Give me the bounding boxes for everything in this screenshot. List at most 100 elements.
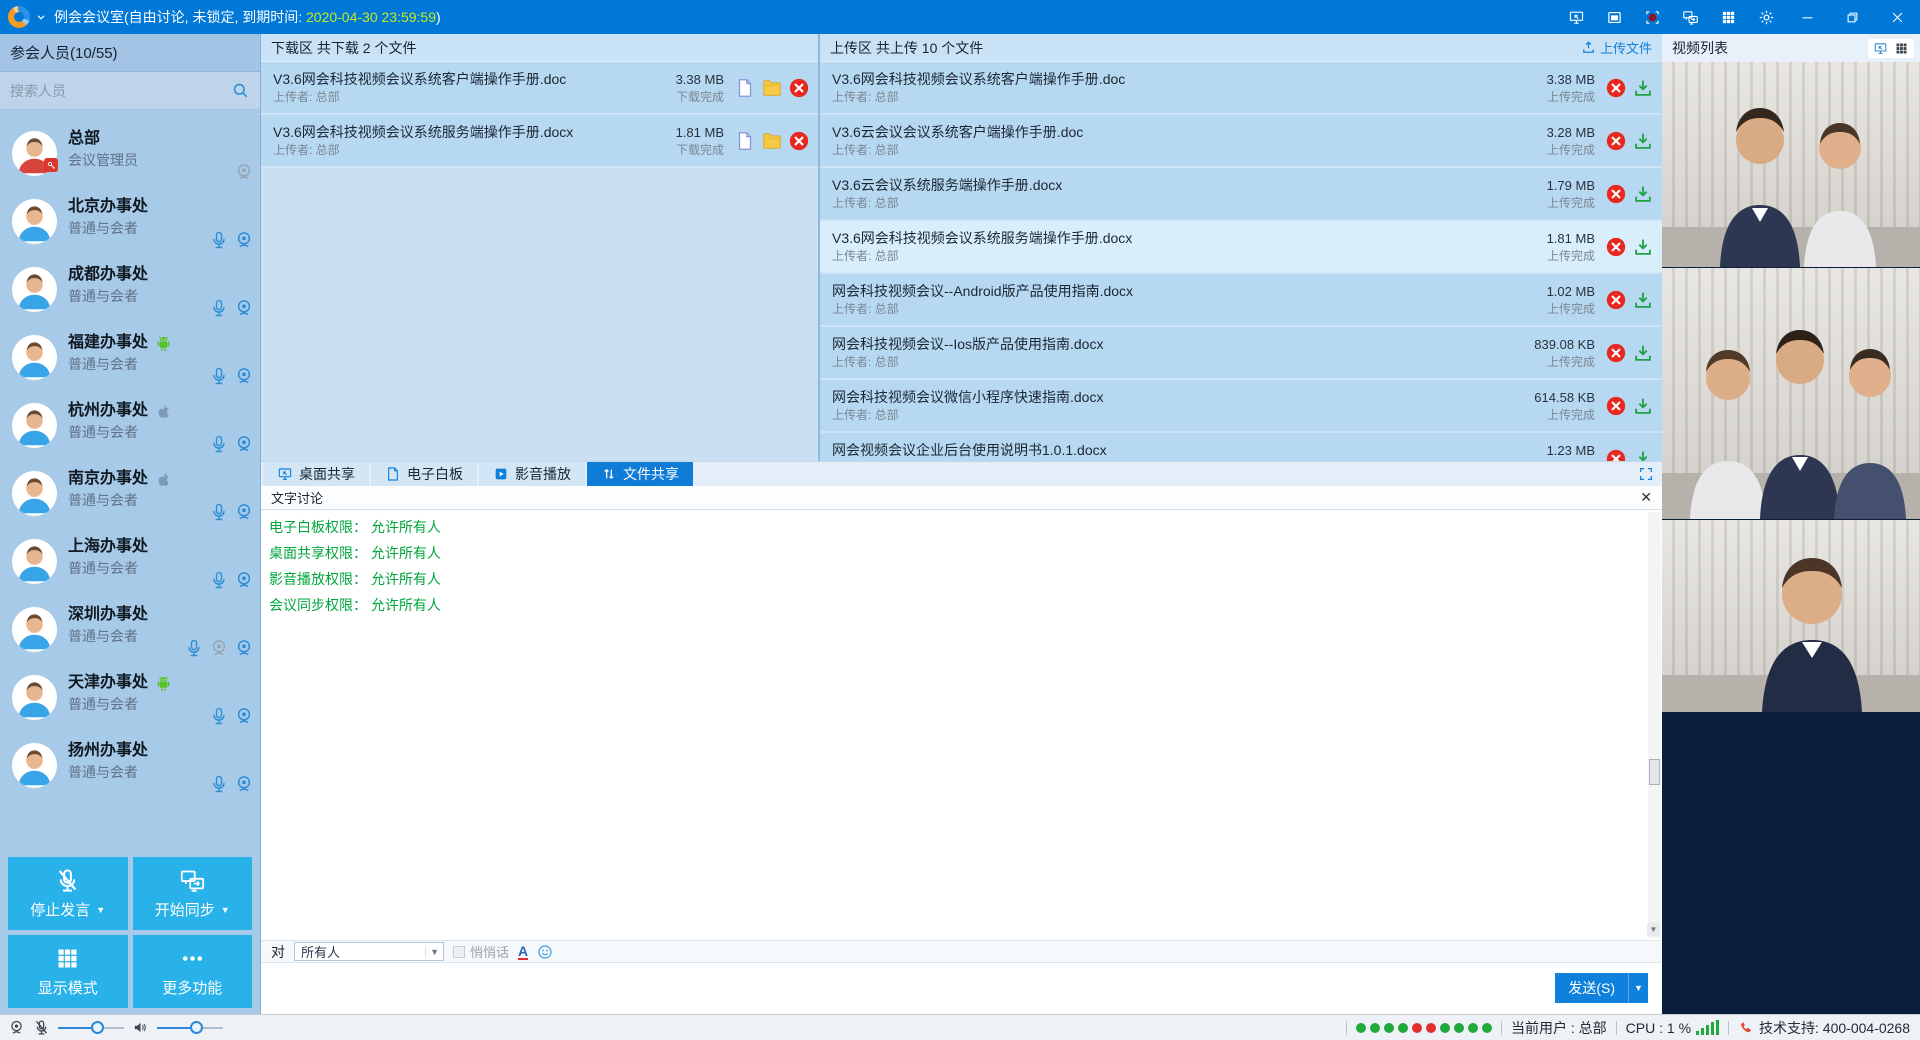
speaker-icon[interactable] [132,1019,149,1036]
emoji-icon[interactable] [537,944,553,960]
upload-file-row[interactable]: V3.6网会科技视频会议系统客户端操作手册.doc 上传者: 总部 3.38 M… [820,62,1662,115]
open-file-icon[interactable] [734,130,756,152]
participant-row[interactable]: 北京办事处 普通与会者 [0,190,260,258]
webcam-icon[interactable] [234,366,254,386]
chevron-down-icon[interactable] [34,10,48,24]
send-options-caret[interactable]: ▼ [1628,973,1648,1003]
webcam-off-icon[interactable] [234,162,254,182]
chat-input-area[interactable]: 发送(S) ▼ [261,963,1662,1014]
more-functions-button[interactable]: 更多功能 [133,935,253,1008]
download-file-icon[interactable] [1632,289,1654,311]
tab-desktop-share[interactable]: 桌面共享 [263,462,371,486]
display-mode-button[interactable]: 显示模式 [8,935,128,1008]
download-file-icon[interactable] [1632,130,1654,152]
microphone-icon[interactable] [209,774,229,794]
delete-file-icon[interactable] [1605,183,1627,205]
record-icon[interactable] [1633,0,1671,34]
speaker-volume-slider[interactable] [157,1021,223,1035]
open-folder-icon[interactable] [761,77,783,99]
microphone-icon[interactable] [209,706,229,726]
upload-file-row[interactable]: V3.6云会议系统服务端操作手册.docx 上传者: 总部 1.79 MB 上传… [820,168,1662,221]
participant-row[interactable]: 深圳办事处 普通与会者 [0,598,260,666]
download-file-row[interactable]: V3.6网会科技视频会议系统服务端操作手册.docx 上传者: 总部 1.81 … [261,115,818,168]
video-thumbnail[interactable] [1662,268,1920,520]
microphone-icon[interactable] [209,570,229,590]
delete-file-icon[interactable] [1605,130,1627,152]
webcam-icon[interactable] [234,434,254,454]
upload-file-row[interactable]: V3.6云会议会议系统客户端操作手册.doc 上传者: 总部 3.28 MB 上… [820,115,1662,168]
open-folder-icon[interactable] [761,130,783,152]
participant-row[interactable]: 总部 会议管理员 [0,122,260,190]
webcam-icon[interactable] [234,230,254,250]
participant-row[interactable]: 福建办事处 普通与会者 [0,326,260,394]
microphone-icon[interactable] [209,298,229,318]
expand-icon[interactable] [1638,462,1654,486]
download-file-icon[interactable] [1632,183,1654,205]
webcam-icon[interactable] [234,706,254,726]
video-thumbnail[interactable] [1662,62,1920,268]
minimize-button[interactable] [1785,0,1830,34]
microphone-icon[interactable] [184,638,204,658]
webcam-off-icon[interactable] [209,638,229,658]
video-thumbnail[interactable] [1662,520,1920,713]
download-file-icon[interactable] [1632,395,1654,417]
close-button[interactable] [1875,0,1920,34]
delete-file-icon[interactable] [788,130,810,152]
layout-grid-icon[interactable] [1709,0,1747,34]
webcam-icon[interactable] [234,298,254,318]
dropdown-caret[interactable]: ▼ [96,905,105,915]
send-button[interactable]: 发送(S) [1555,973,1628,1003]
microphone-icon[interactable] [209,230,229,250]
upload-file-row[interactable]: 网会科技视频会议微信小程序快速指南.docx 上传者: 总部 614.58 KB… [820,380,1662,433]
tab-file-share[interactable]: 文件共享 [587,462,695,486]
sync-screens-icon[interactable] [1671,0,1709,34]
delete-file-icon[interactable] [1605,77,1627,99]
search-icon[interactable] [231,81,250,100]
tab-media-play[interactable]: 影音播放 [479,462,587,486]
window-mode-icon[interactable] [1595,0,1633,34]
download-file-icon[interactable] [1632,342,1654,364]
video-layout-icon[interactable] [1894,41,1909,56]
dropdown-caret[interactable]: ▼ [221,905,230,915]
participant-row[interactable]: 南京办事处 普通与会者 [0,462,260,530]
webcam-icon[interactable] [234,502,254,522]
delete-file-icon[interactable] [1605,289,1627,311]
delete-file-icon[interactable] [1605,395,1627,417]
participant-row[interactable]: 上海办事处 普通与会者 [0,530,260,598]
upload-file-button[interactable]: 上传文件 [1581,38,1652,57]
delete-file-icon[interactable] [1605,342,1627,364]
participant-row[interactable]: 天津办事处 普通与会者 [0,666,260,734]
font-color-button[interactable]: A [518,944,528,960]
delete-file-icon[interactable] [1605,236,1627,258]
delete-file-icon[interactable] [788,77,810,99]
stop-speaking-button[interactable]: 停止发言▼ [8,857,128,930]
screen-share-icon[interactable] [1557,0,1595,34]
tab-whiteboard[interactable]: 电子白板 [371,462,479,486]
whisper-checkbox[interactable] [453,946,465,958]
send-to-select[interactable]: 所有人▼ [294,942,444,961]
upload-file-row[interactable]: V3.6网会科技视频会议系统服务端操作手册.docx 上传者: 总部 1.81 … [820,221,1662,274]
search-input[interactable] [10,83,231,99]
mic-volume-slider[interactable] [58,1021,124,1035]
start-sync-button[interactable]: 开始同步▼ [133,857,253,930]
chat-close-icon[interactable]: ✕ [1640,490,1652,504]
select-caret-icon[interactable]: ▼ [425,947,443,957]
download-file-icon[interactable] [1632,236,1654,258]
webcam-icon[interactable] [234,638,254,658]
chat-scrollbar[interactable]: ▼ [1648,512,1661,939]
video-popout-icon[interactable] [1873,41,1888,56]
webcam-status-icon[interactable] [8,1019,25,1036]
microphone-icon[interactable] [209,366,229,386]
mic-muted-status-icon[interactable] [33,1019,50,1036]
maximize-button[interactable] [1830,0,1875,34]
microphone-icon[interactable] [209,502,229,522]
upload-file-row[interactable]: 网会科技视频会议--Android版产品使用指南.docx 上传者: 总部 1.… [820,274,1662,327]
download-file-icon[interactable] [1632,77,1654,99]
open-file-icon[interactable] [734,77,756,99]
participant-row[interactable]: 扬州办事处 普通与会者 [0,734,260,802]
participant-row[interactable]: 成都办事处 普通与会者 [0,258,260,326]
download-file-row[interactable]: V3.6网会科技视频会议系统客户端操作手册.doc 上传者: 总部 3.38 M… [261,62,818,115]
upload-file-row[interactable]: 网会科技视频会议--Ios版产品使用指南.docx 上传者: 总部 839.08… [820,327,1662,380]
settings-gear-icon[interactable] [1747,0,1785,34]
microphone-icon[interactable] [209,434,229,454]
